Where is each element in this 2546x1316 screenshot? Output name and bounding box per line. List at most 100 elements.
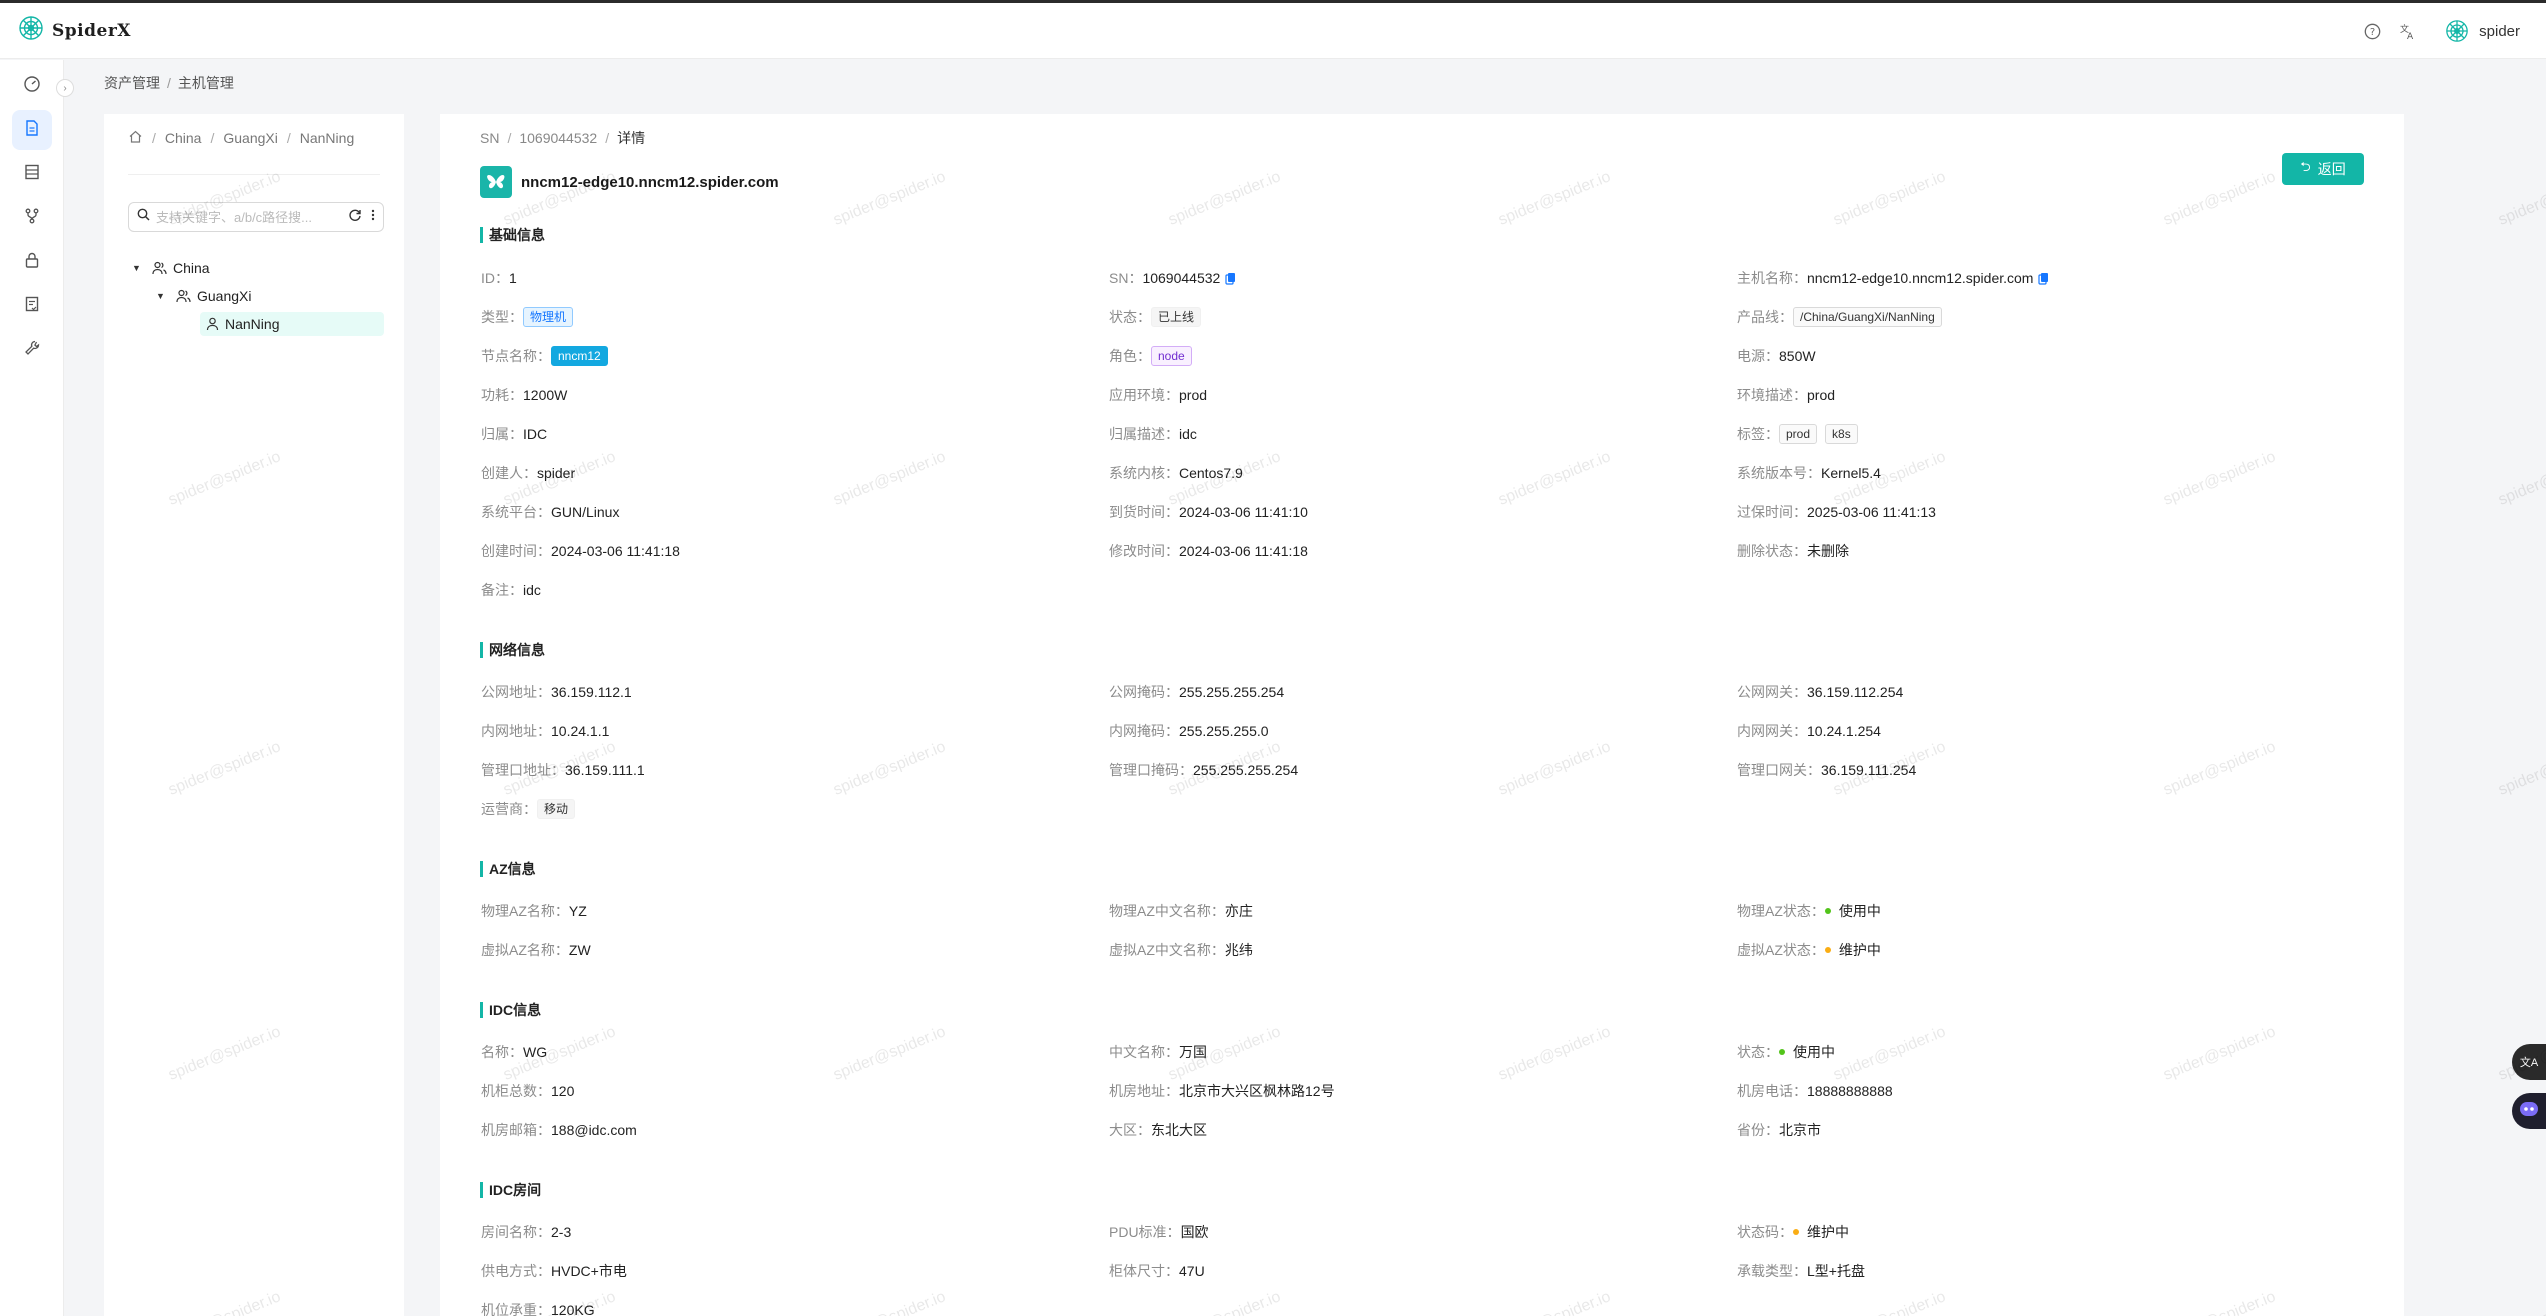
- tree-panel: /China /GuangXi /NanNing ▼ China ▼ Guang…: [104, 114, 404, 1316]
- caret-down-icon[interactable]: ▼: [156, 291, 170, 301]
- tree-breadcrumb: / China / GuangXi / NanNing: [128, 129, 354, 147]
- tree-node-nanning[interactable]: NanNing: [200, 312, 384, 336]
- tree-search-input[interactable]: [156, 209, 344, 225]
- field-sn: SN： 1069044532: [1109, 267, 1236, 289]
- translate-float-button[interactable]: 文A: [2512, 1044, 2546, 1080]
- nav-dashboard[interactable]: [12, 66, 52, 106]
- svg-text:A: A: [2407, 32, 2414, 40]
- field-private-mask: 内网掩码： 255.255.255.0: [1109, 723, 1269, 739]
- tree-node-label: China: [173, 260, 210, 276]
- user-name[interactable]: spider: [2479, 23, 2520, 40]
- status-dot: [1824, 908, 1831, 914]
- refresh-icon[interactable]: [348, 208, 362, 227]
- butterfly-icon: [480, 166, 512, 198]
- tag-prod: prod: [1779, 424, 1818, 444]
- nav-branch[interactable]: [12, 198, 52, 238]
- copy-icon[interactable]: [2038, 272, 2049, 285]
- nav-security[interactable]: [12, 242, 52, 282]
- tree-node-label: NanNing: [225, 316, 280, 332]
- copy-icon[interactable]: [1225, 272, 1236, 285]
- status-dot: [1824, 947, 1831, 953]
- back-button[interactable]: ⮌ 返回: [2282, 153, 2364, 185]
- tag-k8s: k8s: [1825, 424, 1858, 444]
- app-name: SpiderX: [52, 20, 131, 41]
- field-type: 类型： 物理机: [481, 306, 574, 328]
- field-public-ip: 公网地址： 36.159.112.1: [481, 684, 632, 700]
- app-header: SpiderX ? 文A spider: [0, 3, 2546, 59]
- field-room-slot-load: 机位承重： 120KG: [481, 1302, 595, 1316]
- field-idc-address: 机房地址： 北京市大兴区枫林路12号: [1109, 1083, 1335, 1099]
- field-consumption: 功耗： 1200W: [481, 387, 568, 403]
- nav-table[interactable]: [12, 154, 52, 194]
- field-idc-name: 名称： WG: [481, 1044, 548, 1060]
- detail-panel: SN/1069044532/详情 nncm12-edge10.nncm12.sp…: [440, 114, 2404, 1316]
- field-phys-az-name: 物理AZ名称： YZ: [481, 903, 587, 919]
- field-room-pdu: PDU标准： 国欧: [1109, 1224, 1209, 1240]
- node-tag: nncm12: [551, 346, 608, 366]
- question-circle-icon[interactable]: ?: [2364, 23, 2381, 40]
- tree-breadcrumb-nanning[interactable]: NanNing: [300, 130, 354, 146]
- field-phys-az-cn: 物理AZ中文名称： 亦庄: [1109, 903, 1253, 919]
- field-arrival: 到货时间： 2024-03-06 11:41:10: [1109, 504, 1308, 520]
- nav-tools[interactable]: [12, 330, 52, 370]
- detail-breadcrumb-sn[interactable]: 1069044532: [519, 130, 597, 146]
- field-room-load-type: 承载类型： L型+托盘: [1737, 1263, 1865, 1279]
- host-title: nncm12-edge10.nncm12.spider.com: [480, 166, 779, 198]
- field-room-name: 房间名称： 2-3: [481, 1224, 572, 1240]
- more-icon[interactable]: [371, 208, 375, 227]
- app-logo[interactable]: SpiderX: [18, 15, 131, 46]
- tree-node-china[interactable]: ▼ China: [132, 256, 210, 280]
- field-private-ip: 内网地址： 10.24.1.1: [481, 723, 610, 739]
- product-line-tag: /China/GuangXi/NanNing: [1793, 307, 1942, 327]
- breadcrumb-item-assets[interactable]: 资产管理: [104, 75, 160, 91]
- spider-logo-icon: [18, 15, 44, 46]
- breadcrumb-item-hosts: 主机管理: [177, 75, 234, 91]
- divider: [128, 174, 380, 175]
- tree-node-guangxi[interactable]: ▼ GuangXi: [156, 284, 251, 308]
- field-power: 电源： 850W: [1737, 348, 1816, 364]
- section-idc: IDC信息: [480, 1002, 541, 1018]
- avatar[interactable]: [2445, 19, 2469, 43]
- field-created: 创建时间： 2024-03-06 11:41:18: [481, 543, 680, 559]
- field-idc-racks: 机柜总数： 120: [481, 1083, 575, 1099]
- field-idc-phone: 机房电话： 18888888888: [1737, 1083, 1893, 1099]
- field-mgmt-mask: 管理口掩码： 255.255.255.254: [1109, 762, 1299, 778]
- field-owner-desc: 归属描述： idc: [1109, 426, 1197, 442]
- field-idc-region: 大区： 东北大区: [1109, 1122, 1207, 1138]
- field-role: 角色： node: [1109, 345, 1192, 367]
- tree-node-label: GuangXi: [197, 288, 252, 304]
- field-app-env: 应用环境： prod: [1109, 387, 1208, 403]
- field-deleted: 删除状态： 未删除: [1737, 543, 1849, 559]
- detail-breadcrumb-root[interactable]: SN: [480, 130, 499, 146]
- home-icon[interactable]: [128, 129, 143, 147]
- translate-icon[interactable]: 文A: [2399, 22, 2417, 40]
- tree-breadcrumb-china[interactable]: China: [165, 130, 202, 146]
- field-os-version: 系统版本号： Kernel5.4: [1737, 465, 1881, 481]
- tool-icon: [23, 339, 41, 362]
- caret-down-icon[interactable]: ▼: [132, 263, 146, 273]
- section-az: AZ信息: [480, 861, 536, 877]
- field-room-status: 状态码： 维护中: [1737, 1224, 1849, 1240]
- field-virt-az-cn: 虚拟AZ中文名称： 兆纬: [1109, 942, 1253, 958]
- back-label: 返回: [2317, 161, 2346, 177]
- section-room: IDC房间: [480, 1182, 541, 1198]
- field-platform: 系统平台： GUN/Linux: [481, 504, 620, 520]
- collapse-sidebar-button[interactable]: ›: [56, 79, 74, 97]
- svg-text:?: ?: [2370, 27, 2375, 38]
- field-idc-cn-name: 中文名称： 万国: [1109, 1044, 1207, 1060]
- assistant-float-button[interactable]: [2512, 1093, 2546, 1129]
- breadcrumb: 资产管理 / 主机管理: [104, 75, 234, 91]
- nav-report[interactable]: [12, 286, 52, 326]
- field-product-line: 产品线：/China/GuangXi/NanNing: [1737, 306, 1942, 328]
- field-kernel: 系统内核： Centos7.9: [1109, 465, 1243, 481]
- nav-assets[interactable]: [12, 110, 52, 150]
- report-icon: [23, 295, 41, 318]
- section-basic: 基础信息: [480, 227, 545, 243]
- field-virt-az-status: 虚拟AZ状态： 维护中: [1737, 942, 1881, 958]
- chat-bot-icon: [2519, 1101, 2539, 1122]
- field-room-rack-size: 柜体尺寸： 47U: [1109, 1263, 1205, 1279]
- side-nav: [0, 60, 64, 1316]
- field-status: 状态： 已上线: [1109, 306, 1202, 328]
- tree-breadcrumb-guangxi[interactable]: GuangXi: [223, 130, 277, 146]
- search-icon: [137, 208, 150, 226]
